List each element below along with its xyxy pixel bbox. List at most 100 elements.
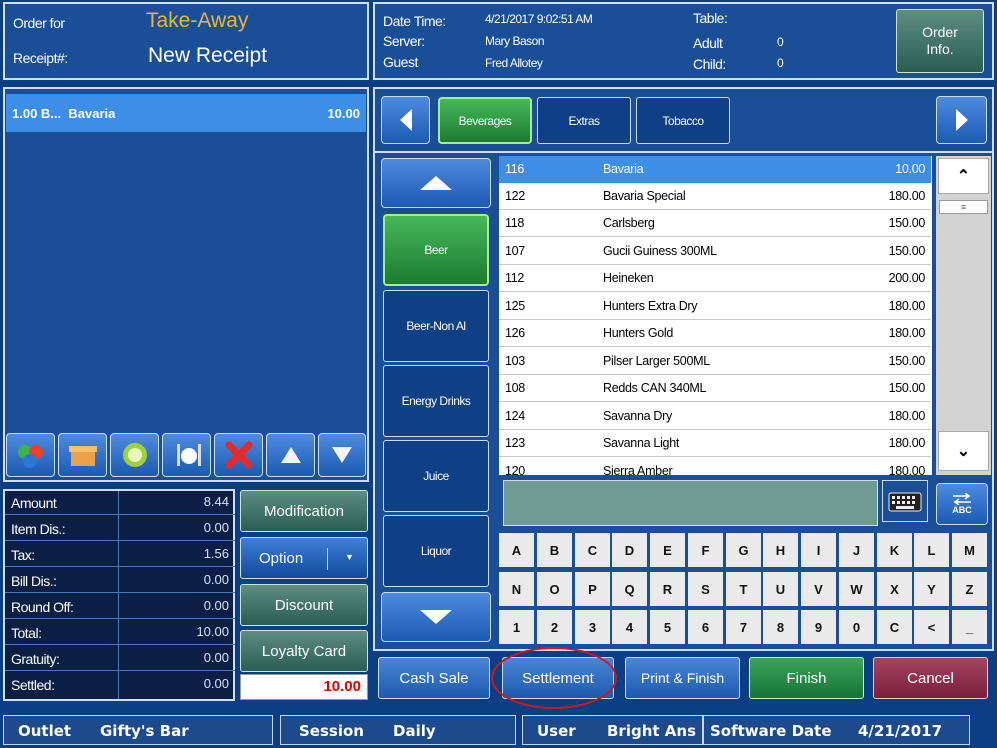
product-row[interactable]: 116 Bavaria 10.00 bbox=[499, 156, 931, 183]
abc-button[interactable]: ABC bbox=[936, 483, 988, 525]
shapes-icon[interactable] bbox=[6, 433, 55, 477]
finish-button[interactable]: Finish bbox=[749, 657, 864, 699]
category-scroll-down[interactable] bbox=[381, 592, 491, 642]
key[interactable]: Z bbox=[952, 572, 987, 606]
option-button[interactable]: Option ▼ bbox=[240, 537, 368, 579]
key[interactable]: D bbox=[612, 533, 647, 567]
key-label: T bbox=[739, 581, 748, 597]
product-row[interactable]: 126 Hunters Gold 180.00 bbox=[499, 320, 931, 347]
key[interactable]: F bbox=[688, 533, 723, 567]
move-down-icon[interactable] bbox=[318, 433, 366, 477]
product-row[interactable]: 118 Carlsberg 150.00 bbox=[499, 210, 931, 237]
product-row[interactable]: 107 Gucii Guiness 300ML 150.00 bbox=[499, 238, 931, 265]
scroll-up-button[interactable]: ⌃ bbox=[938, 158, 989, 194]
key[interactable]: 5 bbox=[650, 610, 685, 644]
category-juice[interactable]: Juice bbox=[383, 440, 489, 512]
key[interactable]: R bbox=[650, 572, 685, 606]
modification-button[interactable]: Modification bbox=[240, 490, 368, 532]
key[interactable]: C bbox=[877, 610, 912, 644]
search-input[interactable] bbox=[503, 480, 878, 526]
category-energy-drinks[interactable]: Energy Drinks bbox=[383, 365, 489, 437]
order-item-row[interactable]: 1.00 B... Bavaria 10.00 bbox=[6, 94, 366, 132]
key[interactable]: I bbox=[801, 533, 836, 567]
key[interactable]: 9 bbox=[801, 610, 836, 644]
product-name: Bavaria Special bbox=[603, 189, 686, 203]
key[interactable]: 6 bbox=[688, 610, 723, 644]
key[interactable]: U bbox=[763, 572, 798, 606]
box-icon[interactable] bbox=[58, 433, 107, 477]
key[interactable]: < bbox=[914, 610, 949, 644]
dining-icon[interactable] bbox=[162, 433, 211, 477]
cancel-button[interactable]: Cancel bbox=[873, 657, 988, 699]
product-row[interactable]: 108 Redds CAN 340ML 150.00 bbox=[499, 375, 931, 402]
order-info-button[interactable]: Order Info. bbox=[896, 9, 984, 73]
key[interactable]: _ bbox=[952, 610, 987, 644]
key[interactable]: P bbox=[575, 572, 610, 606]
scroll-down-button[interactable]: ⌄ bbox=[938, 431, 989, 471]
key[interactable]: M bbox=[952, 533, 987, 567]
cash-sale-button[interactable]: Cash Sale bbox=[378, 657, 490, 699]
product-row[interactable]: 123 Savanna Light 180.00 bbox=[499, 430, 931, 457]
tab-next-button[interactable] bbox=[936, 96, 987, 144]
product-row[interactable]: 124 Savanna Dry 180.00 bbox=[499, 403, 931, 430]
tab-extras[interactable]: Extras bbox=[537, 97, 631, 144]
tab-prev-button[interactable] bbox=[381, 96, 430, 144]
key[interactable]: J bbox=[839, 533, 874, 567]
key[interactable]: 3 bbox=[575, 610, 610, 644]
key[interactable]: L bbox=[914, 533, 949, 567]
lime-icon[interactable] bbox=[110, 433, 159, 477]
move-up-icon[interactable] bbox=[266, 433, 315, 477]
loyalty-card-button[interactable]: Loyalty Card bbox=[240, 630, 368, 672]
scroll-thumb[interactable]: ≡ bbox=[939, 200, 988, 214]
key[interactable]: S bbox=[688, 572, 723, 606]
key[interactable]: C bbox=[575, 533, 610, 567]
key[interactable]: Y bbox=[914, 572, 949, 606]
key[interactable]: G bbox=[726, 533, 761, 567]
summary-label: Amount bbox=[11, 495, 57, 511]
product-row[interactable]: 112 Heineken 200.00 bbox=[499, 265, 931, 292]
key[interactable]: 8 bbox=[763, 610, 798, 644]
key[interactable]: N bbox=[499, 572, 534, 606]
product-code: 125 bbox=[505, 299, 525, 313]
order-header-panel: Order for Take-Away Receipt#: New Receip… bbox=[3, 2, 369, 80]
key-label: X bbox=[890, 581, 899, 597]
key-label: C bbox=[587, 542, 598, 558]
category-scroll-up[interactable] bbox=[381, 158, 491, 208]
abc-label: ABC bbox=[952, 505, 972, 515]
key[interactable]: O bbox=[537, 572, 572, 606]
delete-icon[interactable] bbox=[214, 433, 263, 477]
summary-row: Gratuity: 0.00 bbox=[5, 647, 235, 671]
keyboard-toggle-button[interactable] bbox=[882, 480, 928, 522]
category-beer-non-al[interactable]: Beer-Non Al bbox=[383, 290, 489, 362]
product-row[interactable]: 125 Hunters Extra Dry 180.00 bbox=[499, 293, 931, 320]
product-row[interactable]: 103 Pilser Larger 500ML 150.00 bbox=[499, 348, 931, 375]
key[interactable]: T bbox=[726, 572, 761, 606]
category-beer[interactable]: Beer bbox=[383, 214, 489, 286]
tab-beverages[interactable]: Beverages bbox=[438, 97, 532, 144]
product-row[interactable]: 120 Sierra Amber 180.00 bbox=[499, 458, 931, 475]
key[interactable]: 7 bbox=[726, 610, 761, 644]
key[interactable]: X bbox=[877, 572, 912, 606]
key[interactable]: V bbox=[801, 572, 836, 606]
product-scrollbar[interactable]: ⌃ ≡ ⌄ bbox=[936, 156, 991, 475]
key[interactable]: W bbox=[839, 572, 874, 606]
product-price: 180.00 bbox=[888, 189, 926, 203]
key[interactable]: Q bbox=[612, 572, 647, 606]
product-row[interactable]: 122 Bavaria Special 180.00 bbox=[499, 183, 931, 210]
key[interactable]: H bbox=[763, 533, 798, 567]
key[interactable]: 0 bbox=[839, 610, 874, 644]
key[interactable]: E bbox=[650, 533, 685, 567]
key[interactable]: 4 bbox=[612, 610, 647, 644]
discount-label: Discount bbox=[274, 596, 334, 614]
key[interactable]: 2 bbox=[537, 610, 572, 644]
category-liquor[interactable]: Liquor bbox=[383, 515, 489, 587]
key[interactable]: B bbox=[537, 533, 572, 567]
tab-tobacco[interactable]: Tobacco bbox=[636, 97, 730, 144]
key[interactable]: K bbox=[877, 533, 912, 567]
key[interactable]: A bbox=[499, 533, 534, 567]
key[interactable]: 1 bbox=[499, 610, 534, 644]
print-finish-button[interactable]: Print & Finish bbox=[625, 657, 740, 699]
category-label: Energy Drinks bbox=[401, 394, 471, 408]
discount-button[interactable]: Discount bbox=[240, 584, 368, 626]
order-toolbar bbox=[6, 433, 366, 477]
